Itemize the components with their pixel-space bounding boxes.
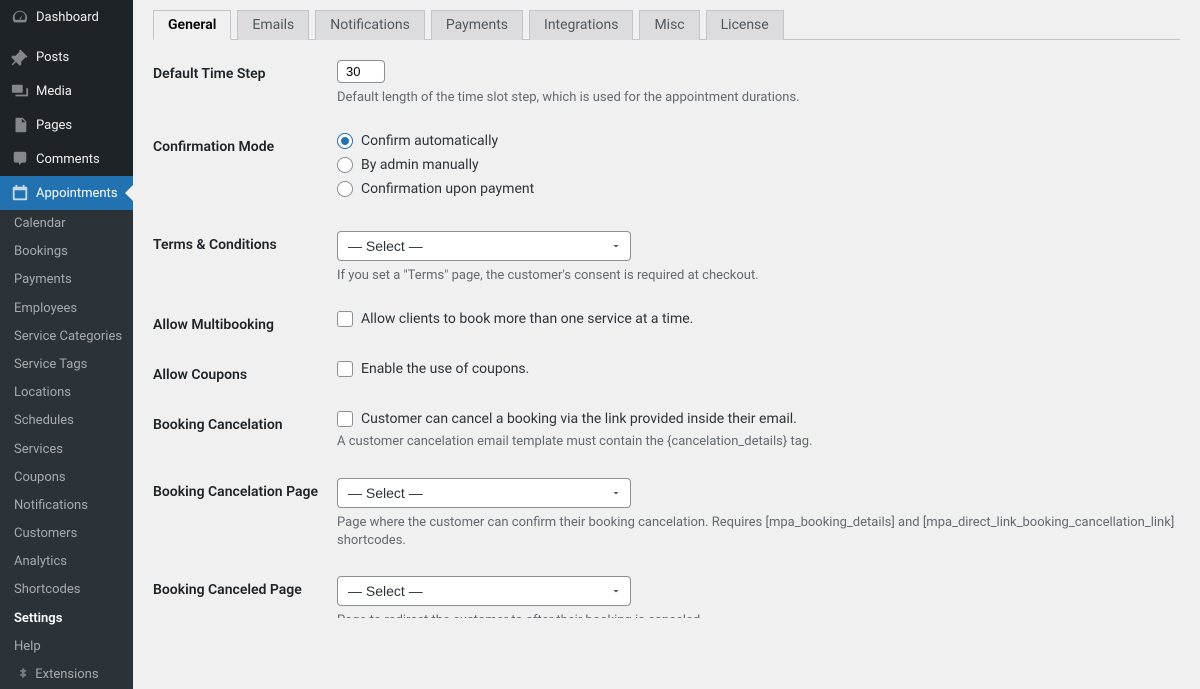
desc-cancelation-page: Page where the customer can confirm thei…	[337, 514, 1180, 550]
tab-license[interactable]: License	[706, 10, 784, 40]
submenu-item-settings[interactable]: Settings	[0, 605, 133, 633]
menu-item-comments[interactable]: Comments	[0, 142, 133, 176]
radio-confirm-auto[interactable]: Confirm automatically	[337, 133, 1180, 149]
tab-integrations[interactable]: Integrations	[529, 10, 633, 40]
menu-item-appointments[interactable]: Appointments	[0, 176, 133, 210]
label-coupons: Allow Coupons	[153, 361, 337, 383]
radio-confirm-admin[interactable]: By admin manually	[337, 157, 1180, 173]
menu-item-label: Media	[36, 84, 72, 99]
menu-item-dashboard[interactable]: Dashboard	[0, 0, 133, 34]
pin-icon	[10, 47, 30, 67]
radio-input-confirm-payment[interactable]	[337, 181, 353, 197]
label-cancelation-page: Booking Cancelation Page	[153, 478, 337, 500]
submenu-item-employees[interactable]: Employees	[0, 295, 133, 323]
submenu-item-notifications[interactable]: Notifications	[0, 492, 133, 520]
checkbox-multibooking[interactable]: Allow clients to book more than one serv…	[337, 311, 1180, 327]
input-time-step[interactable]	[337, 60, 385, 83]
submenu-item-services[interactable]: Services	[0, 436, 133, 464]
calendar-icon	[10, 183, 30, 203]
select-canceled-page[interactable]: — Select —	[337, 576, 631, 606]
menu-item-label: Posts	[36, 50, 69, 65]
submenu-item-service-categories[interactable]: Service Categories	[0, 323, 133, 351]
submenu-item-analytics[interactable]: Analytics	[0, 548, 133, 576]
submenu-item-label: Extensions	[35, 667, 98, 682]
submenu-item-shortcodes[interactable]: Shortcodes	[0, 576, 133, 604]
label-canceled-page: Booking Canceled Page	[153, 576, 337, 598]
media-icon	[10, 81, 30, 101]
dashboard-icon	[10, 7, 30, 27]
extensions-icon	[16, 666, 30, 684]
menu-item-label: Dashboard	[36, 10, 99, 25]
select-cancelation-page[interactable]: — Select —	[337, 478, 631, 508]
checkbox-label: Enable the use of coupons.	[361, 361, 529, 377]
menu-item-label: Appointments	[36, 186, 118, 201]
submenu-item-locations[interactable]: Locations	[0, 379, 133, 407]
checkbox-label: Allow clients to book more than one serv…	[361, 311, 693, 327]
label-terms: Terms & Conditions	[153, 231, 337, 253]
submenu-item-schedules[interactable]: Schedules	[0, 407, 133, 435]
select-terms[interactable]: — Select —	[337, 231, 631, 261]
tab-payments[interactable]: Payments	[431, 10, 523, 40]
menu-item-posts[interactable]: Posts	[0, 40, 133, 74]
submenu-item-bookings[interactable]: Bookings	[0, 238, 133, 266]
desc-canceled-page: Page to redirect the customer to after t…	[337, 612, 1180, 618]
main-content: General Emails Notifications Payments In…	[133, 0, 1200, 618]
comment-icon	[10, 149, 30, 169]
label-time-step: Default Time Step	[153, 60, 337, 82]
submenu-item-service-tags[interactable]: Service Tags	[0, 351, 133, 379]
radio-label: Confirm automatically	[361, 133, 498, 149]
menu-item-label: Comments	[36, 152, 100, 167]
checkbox-coupons[interactable]: Enable the use of coupons.	[337, 361, 1180, 377]
desc-terms: If you set a "Terms" page, the customer'…	[337, 267, 1180, 285]
label-multibooking: Allow Multibooking	[153, 311, 337, 333]
radio-input-confirm-auto[interactable]	[337, 133, 353, 149]
checkbox-label: Customer can cancel a booking via the li…	[361, 411, 797, 427]
radio-input-confirm-admin[interactable]	[337, 157, 353, 173]
tab-general[interactable]: General	[153, 10, 231, 40]
radio-label: By admin manually	[361, 157, 479, 173]
desc-time-step: Default length of the time slot step, wh…	[337, 89, 1180, 107]
radio-confirm-payment[interactable]: Confirmation upon payment	[337, 181, 1180, 197]
submenu-item-help[interactable]: Help	[0, 633, 133, 661]
desc-booking-cancelation: A customer cancelation email template mu…	[337, 433, 1180, 451]
label-booking-cancelation: Booking Cancelation	[153, 411, 337, 433]
label-confirmation-mode: Confirmation Mode	[153, 133, 337, 155]
submenu-item-calendar[interactable]: Calendar	[0, 210, 133, 238]
tab-notifications[interactable]: Notifications	[315, 10, 425, 40]
page-icon	[10, 115, 30, 135]
checkbox-input-coupons[interactable]	[337, 361, 353, 377]
submenu-appointments: Calendar Bookings Payments Employees Ser…	[0, 210, 133, 689]
tab-emails[interactable]: Emails	[237, 10, 309, 40]
menu-item-label: Pages	[36, 118, 72, 133]
submenu-item-coupons[interactable]: Coupons	[0, 464, 133, 492]
admin-sidebar: Dashboard Posts Media Pages Comments App…	[0, 0, 133, 689]
settings-form: Default Time Step Default length of the …	[153, 60, 1180, 618]
checkbox-input-multibooking[interactable]	[337, 311, 353, 327]
checkbox-booking-cancelation[interactable]: Customer can cancel a booking via the li…	[337, 411, 1180, 427]
checkbox-input-booking-cancelation[interactable]	[337, 411, 353, 427]
submenu-item-payments[interactable]: Payments	[0, 266, 133, 294]
settings-tabs: General Emails Notifications Payments In…	[153, 0, 1180, 40]
tab-misc[interactable]: Misc	[639, 10, 699, 40]
submenu-item-extensions[interactable]: Extensions	[0, 661, 133, 689]
menu-item-pages[interactable]: Pages	[0, 108, 133, 142]
radio-label: Confirmation upon payment	[361, 181, 534, 197]
menu-item-media[interactable]: Media	[0, 74, 133, 108]
submenu-item-customers[interactable]: Customers	[0, 520, 133, 548]
